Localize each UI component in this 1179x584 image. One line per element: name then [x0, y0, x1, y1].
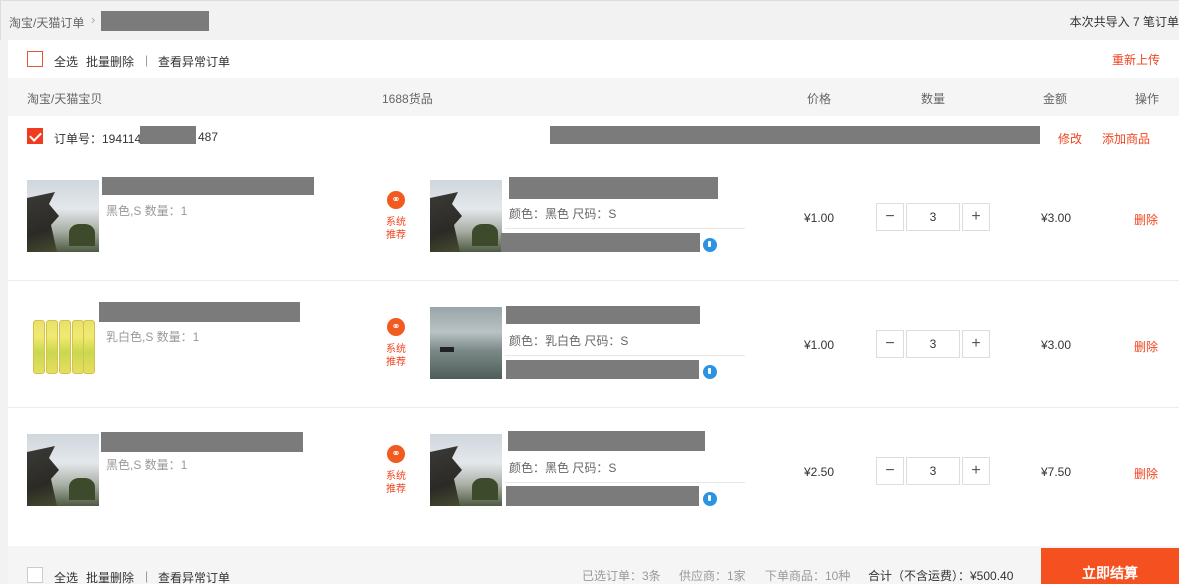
add-product-button[interactable]: 添加商品	[1102, 130, 1150, 147]
edit-order-button[interactable]: 修改	[1058, 130, 1082, 147]
reupload-button[interactable]: 重新上传	[1112, 51, 1160, 68]
qty-decrement-button[interactable]: −	[876, 457, 904, 485]
redacted-goods-title	[508, 431, 705, 451]
header-1688-goods: 1688货品	[382, 92, 433, 106]
delete-row-button[interactable]: 删除	[1134, 465, 1158, 482]
row-amount: ¥7.50	[1041, 465, 1072, 479]
link-icon[interactable]: ⚭	[387, 445, 405, 463]
taobao-product-image[interactable]	[27, 434, 99, 506]
chat-icon[interactable]	[703, 238, 717, 252]
taobao-product-image[interactable]	[27, 180, 99, 252]
row-amount: ¥3.00	[1041, 338, 1072, 352]
header-price: 价格	[807, 92, 832, 106]
redacted-goods-title	[509, 177, 718, 199]
goods-spec: 颜色：黑色 尺码：S	[509, 207, 617, 221]
system-recommend-label: 系统 推荐	[386, 217, 406, 241]
goods-product-image[interactable]	[430, 434, 502, 506]
unit-price: ¥2.50	[804, 465, 835, 479]
qty-increment-button[interactable]: +	[962, 457, 990, 485]
header-quantity: 数量	[921, 92, 946, 106]
chat-icon[interactable]	[703, 365, 717, 379]
order-total: 合计（不含运费）：¥500.40	[868, 569, 1014, 583]
qty-input[interactable]: 3	[906, 203, 960, 231]
toolbar-divider: |	[145, 53, 149, 67]
footer-divider: |	[145, 569, 149, 583]
header-action: 操作	[1135, 92, 1160, 106]
taobao-spec: 黑色,S 数量：1	[106, 458, 188, 472]
order-checkbox[interactable]	[27, 128, 43, 144]
select-all-checkbox[interactable]	[27, 51, 43, 67]
checkout-button[interactable]: 立即结算	[1041, 548, 1179, 584]
header-taobao-item: 淘宝/天猫宝贝	[27, 92, 103, 106]
qty-increment-button[interactable]: +	[962, 203, 990, 231]
breadcrumb-root[interactable]: 淘宝/天猫订单	[9, 14, 84, 31]
selected-orders-count: 已选订单：3条	[582, 569, 661, 583]
footer-select-all-checkbox[interactable]	[27, 567, 43, 583]
select-all-label[interactable]: 全选	[54, 53, 78, 70]
footer-batch-delete-button[interactable]: 批量删除	[86, 569, 134, 584]
qty-input[interactable]: 3	[906, 457, 960, 485]
goods-spec: 颜色：黑色 尺码：S	[509, 461, 617, 475]
redacted-goods-title	[506, 306, 700, 324]
table-header: 淘宝/天猫宝贝 1688货品 价格 数量 金额 操作	[8, 78, 1179, 116]
row-underline	[505, 355, 745, 356]
row-amount: ¥3.00	[1041, 211, 1072, 225]
redacted-order-number	[140, 126, 196, 144]
link-icon[interactable]: ⚭	[387, 191, 405, 209]
footer-view-abnormal-link[interactable]: 查看异常订单	[158, 569, 230, 584]
taobao-spec: 黑色,S 数量：1	[106, 204, 188, 218]
order-number-prefix: 订单号：194114	[54, 132, 142, 146]
order-number-suffix: 487	[198, 130, 219, 144]
unit-price: ¥1.00	[804, 211, 835, 225]
row-underline	[505, 482, 745, 483]
view-abnormal-orders-link[interactable]: 查看异常订单	[158, 53, 230, 70]
redacted-taobao-title	[99, 302, 300, 322]
import-count-text: 本次共导入 7 笔订单	[1069, 15, 1179, 29]
redacted-supplier	[506, 486, 699, 506]
footer-select-all-label[interactable]: 全选	[54, 569, 78, 584]
redacted-breadcrumb	[101, 11, 209, 31]
link-icon[interactable]: ⚭	[387, 318, 405, 336]
redacted-supplier	[501, 233, 700, 252]
goods-product-image[interactable]	[430, 180, 502, 252]
row-divider	[8, 280, 1179, 281]
batch-delete-button[interactable]: 批量删除	[86, 53, 134, 70]
delete-row-button[interactable]: 删除	[1134, 211, 1158, 228]
delete-row-button[interactable]: 删除	[1134, 338, 1158, 355]
goods-spec: 颜色：乳白色 尺码：S	[509, 334, 629, 348]
row-divider	[8, 407, 1179, 408]
redacted-order-info	[550, 126, 1040, 144]
top-bar: 淘宝/天猫订单 › 本次共导入 7 笔订单	[0, 0, 1179, 40]
unit-price: ¥1.00	[804, 338, 835, 352]
redacted-taobao-title	[102, 177, 314, 195]
qty-decrement-button[interactable]: −	[876, 330, 904, 358]
taobao-spec: 乳白色,S 数量：1	[106, 330, 200, 344]
goods-product-image[interactable]	[430, 307, 502, 379]
qty-decrement-button[interactable]: −	[876, 203, 904, 231]
system-recommend-label: 系统 推荐	[386, 344, 406, 368]
system-recommend-label: 系统 推荐	[386, 471, 406, 495]
chat-icon[interactable]	[703, 492, 717, 506]
qty-input[interactable]: 3	[906, 330, 960, 358]
qty-increment-button[interactable]: +	[962, 330, 990, 358]
redacted-taobao-title	[101, 432, 303, 452]
taobao-product-image[interactable]	[27, 306, 99, 378]
row-underline	[505, 228, 745, 229]
breadcrumb-chevron-icon: ›	[91, 12, 96, 27]
supplier-count: 供应商：1家	[679, 569, 746, 583]
ordered-goods-count: 下单商品：10种	[765, 569, 851, 583]
redacted-supplier	[506, 360, 699, 379]
header-amount: 金额	[1043, 92, 1068, 106]
